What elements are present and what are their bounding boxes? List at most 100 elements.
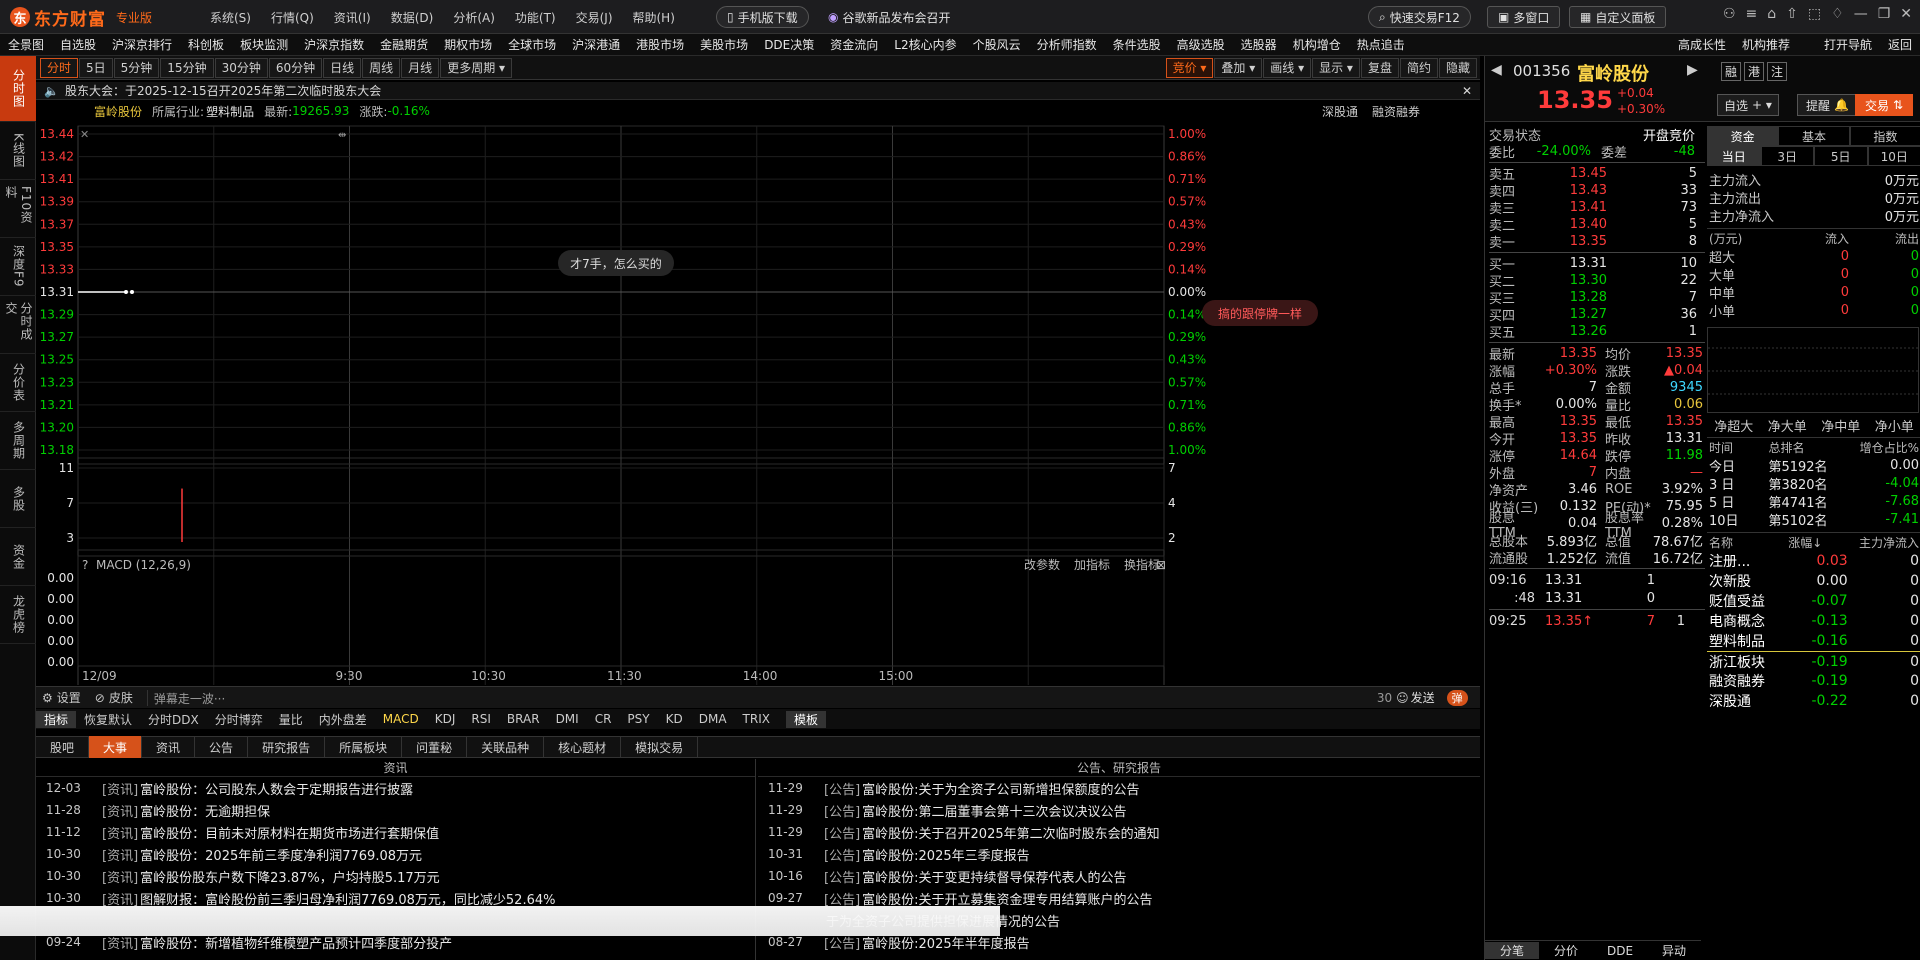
period-tab[interactable]: 15分钟 bbox=[160, 57, 214, 78]
news-item[interactable]: 11-28 [资讯] 富岭股份：无逾期担保 bbox=[36, 799, 755, 821]
menu-item[interactable]: 功能(T) bbox=[505, 9, 566, 26]
nav-item[interactable]: 返回 bbox=[1880, 36, 1920, 53]
order-level[interactable]: 买三 13.28 7 bbox=[1489, 289, 1705, 307]
period-tab[interactable]: 5分钟 bbox=[113, 57, 160, 78]
news-tab[interactable]: 问董秘 bbox=[402, 736, 468, 758]
fund-tab[interactable]: 指数 bbox=[1849, 126, 1920, 146]
order-level[interactable]: 卖二 13.40 5 bbox=[1489, 216, 1705, 234]
news-title[interactable]: 富岭股份:关于召开2025年第二次临时股东会的通知 bbox=[862, 823, 1159, 842]
next-stock-icon[interactable]: ▶ bbox=[1687, 62, 1698, 78]
bottom-tab[interactable]: 分笔 bbox=[1485, 942, 1539, 959]
nav-item[interactable]: 金融期货 bbox=[372, 36, 436, 53]
indicator-tab[interactable]: CR bbox=[587, 712, 620, 726]
indicator-tab[interactable]: 模板 bbox=[785, 710, 826, 728]
fund-period[interactable]: 10日 bbox=[1867, 146, 1920, 166]
quick-trade-button[interactable]: ⌕ 快速交易F12 bbox=[1368, 6, 1471, 28]
news-title[interactable]: 富岭股份：无逾期担保 bbox=[140, 801, 270, 820]
side-tab[interactable]: K线图 bbox=[0, 122, 36, 180]
side-tab[interactable]: 分时图 bbox=[0, 56, 36, 122]
news-title[interactable]: 富岭股份：2025年前三季度净利润7769.08万元 bbox=[140, 845, 422, 864]
indicator-tab[interactable]: DMA bbox=[691, 712, 735, 726]
custom-panel-button[interactable]: ▦ 自定义面板 bbox=[1569, 6, 1667, 28]
nav-item[interactable]: 资金流向 bbox=[822, 36, 886, 53]
bottom-tab[interactable]: 异动 bbox=[1647, 942, 1701, 959]
news-title[interactable]: 富岭股份股东户数下降23.87%，户均持股5.17万元 bbox=[140, 867, 440, 886]
order-level[interactable]: 买四 13.27 36 bbox=[1489, 306, 1705, 324]
minimize-icon[interactable]: — bbox=[1854, 6, 1868, 22]
settings-icon[interactable]: ⚙ bbox=[42, 691, 53, 705]
news-tab[interactable]: 股吧 bbox=[36, 736, 90, 758]
bookmark-icon[interactable]: ⬚ bbox=[1808, 6, 1821, 22]
news-item[interactable]: 10-30 [资讯] 富岭股份股东户数下降23.87%，户均持股5.17万元 bbox=[36, 865, 755, 887]
order-level[interactable]: 买五 13.26 1 bbox=[1489, 323, 1705, 341]
news-title[interactable]: 富岭股份:第二届董事会第十三次会议决议公告 bbox=[862, 801, 1126, 820]
sector-row[interactable]: 注册... 0.03 0 bbox=[1707, 551, 1920, 571]
trade-button[interactable]: 交易 ⇅ bbox=[1855, 94, 1914, 116]
sector-row[interactable]: 电商概念 -0.13 0 bbox=[1707, 611, 1920, 631]
close-icon[interactable]: ✕ bbox=[1462, 84, 1472, 98]
period-tab[interactable]: 5日 bbox=[79, 57, 113, 78]
home-icon[interactable]: ⌂ bbox=[1767, 6, 1776, 22]
news-tab[interactable]: 所属板块 bbox=[325, 736, 403, 758]
sector-row[interactable]: 融资融券 -0.19 0 bbox=[1707, 671, 1920, 691]
chart-tool[interactable]: 隐藏 bbox=[1438, 57, 1477, 78]
nav-item[interactable]: 科创板 bbox=[180, 36, 232, 53]
chart-tool[interactable]: 简约 bbox=[1399, 57, 1438, 78]
period-tab[interactable]: 月线 bbox=[401, 57, 440, 78]
side-tab[interactable]: 深度F9 bbox=[0, 238, 36, 296]
indicator-tab[interactable]: 分时DDX bbox=[140, 711, 207, 728]
indicator-tab[interactable]: 恢复默认 bbox=[76, 711, 140, 728]
order-level[interactable]: 卖四 13.43 33 bbox=[1489, 182, 1705, 200]
side-tab[interactable]: 分价表 bbox=[0, 354, 36, 412]
fund-period[interactable]: 5日 bbox=[1814, 146, 1868, 166]
nav-item[interactable]: 条件选股 bbox=[1105, 36, 1169, 53]
indicator-tab[interactable]: BRAR bbox=[499, 712, 548, 726]
nav-item[interactable]: 热点追击 bbox=[1349, 36, 1413, 53]
menu-item[interactable]: 行情(Q) bbox=[261, 9, 324, 26]
nav-item[interactable]: 分析师指数 bbox=[1029, 36, 1105, 53]
nav-item[interactable]: 期权市场 bbox=[436, 36, 500, 53]
back-icon[interactable]: ⇧ bbox=[1786, 6, 1798, 22]
skin-icon[interactable]: ⊘ bbox=[95, 691, 105, 705]
nav-item[interactable]: 沪深京排行 bbox=[104, 36, 180, 53]
fund-period[interactable]: 3日 bbox=[1760, 146, 1814, 166]
menu-item[interactable]: 分析(A) bbox=[443, 9, 505, 26]
skin-button[interactable]: 皮肤 bbox=[109, 689, 133, 706]
period-tab[interactable]: 分时 bbox=[40, 57, 79, 78]
order-level[interactable]: 卖一 13.35 8 bbox=[1489, 233, 1705, 251]
menu-item[interactable]: 交易(J) bbox=[566, 9, 623, 26]
sector-row[interactable]: 浙江板块 -0.19 0 bbox=[1707, 651, 1920, 671]
nav-item[interactable]: DDE决策 bbox=[756, 36, 822, 53]
watchlist-button[interactable]: 自选 + ▾ bbox=[1717, 94, 1779, 116]
notice-text[interactable]: 股东大会：于2025-12-15召开2025年第二次临时股东大会 bbox=[65, 82, 381, 99]
nav-item[interactable]: 打开导航 bbox=[1816, 36, 1880, 53]
news-title[interactable]: 富岭股份:关于为全资子公司新增担保额度的公告 bbox=[862, 779, 1139, 798]
news-title[interactable]: 富岭股份:关于变更持续督导保荐代表人的公告 bbox=[862, 867, 1126, 886]
news-title[interactable]: 富岭股份:关于开立募集资金理专用结算账户的公告 bbox=[862, 889, 1152, 908]
menu-item[interactable]: 系统(S) bbox=[200, 9, 261, 26]
order-level[interactable]: 买一 13.31 10 bbox=[1489, 255, 1705, 273]
order-level[interactable]: 卖三 13.41 73 bbox=[1489, 199, 1705, 217]
fund-tab[interactable]: 资金 bbox=[1707, 126, 1779, 146]
close-icon[interactable]: ✕ bbox=[1900, 6, 1912, 22]
period-tab[interactable]: 60分钟 bbox=[268, 57, 323, 78]
sector-row[interactable]: 贬值受益 -0.07 0 bbox=[1707, 591, 1920, 611]
indicator-tab[interactable]: MACD bbox=[375, 712, 427, 726]
send-icon[interactable]: ☺ bbox=[1396, 691, 1409, 705]
hamburger-icon[interactable]: ≡ bbox=[1746, 6, 1758, 22]
fund-tab[interactable]: 基本 bbox=[1778, 126, 1850, 146]
sector-row[interactable]: 塑料制品 -0.16 0 bbox=[1707, 631, 1920, 651]
sector-row[interactable]: 次新股 0.00 0 bbox=[1707, 571, 1920, 591]
news-tab[interactable]: 模拟交易 bbox=[621, 736, 699, 758]
chart-tool[interactable]: 复盘 bbox=[1360, 57, 1399, 78]
restore-icon[interactable]: ❐ bbox=[1878, 6, 1891, 22]
indicator-tab[interactable]: 量比 bbox=[271, 711, 311, 728]
news-item[interactable]: 12-03 [资讯] 富岭股份：公司股东人数会于定期报告进行披露 bbox=[36, 777, 755, 799]
nav-item[interactable]: 沪深京指数 bbox=[296, 36, 372, 53]
mobile-download-button[interactable]: ▯ 手机版下载 bbox=[716, 6, 809, 28]
intraday-chart[interactable]: 13.44 1.00% 13.42 0.86% 13.41 0.71% 13.39 0.57%… bbox=[36, 120, 1480, 686]
nav-item[interactable]: 机构推荐 bbox=[1734, 36, 1798, 53]
indicator-tab[interactable]: TRIX bbox=[735, 712, 778, 726]
sector-row[interactable]: 深股通 -0.22 0 bbox=[1707, 691, 1920, 711]
indicator-tab[interactable]: 分时博弈 bbox=[207, 711, 271, 728]
